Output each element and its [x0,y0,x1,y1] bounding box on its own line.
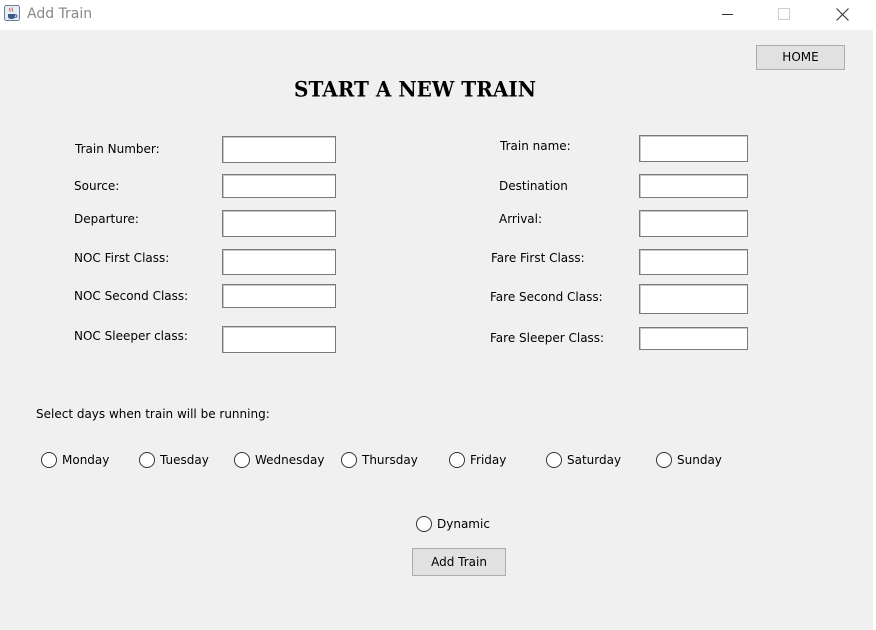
departure-label: Departure: [74,212,139,226]
noc-second-class-field[interactable] [222,284,336,308]
close-button[interactable] [820,0,866,30]
java-coffee-cup-icon [4,5,20,21]
radio-label: Monday [62,453,110,467]
page-title: START A NEW TRAIN [294,76,536,102]
train-name-field[interactable] [639,135,748,162]
departure-field[interactable] [222,210,336,237]
title-bar: Add Train [0,0,876,30]
radio-label: Wednesday [255,453,325,467]
train-name-label: Train name: [500,139,571,153]
radio-circle-icon[interactable] [234,452,250,468]
destination-field[interactable] [639,174,748,198]
minimize-icon [722,14,733,15]
radio-label: Tuesday [160,453,209,467]
radio-circle-icon[interactable] [656,452,672,468]
radio-circle-icon[interactable] [341,452,357,468]
add-train-button[interactable]: Add Train [412,548,506,576]
fare-first-class-label: Fare First Class: [491,251,585,265]
arrival-label: Arrival: [499,212,543,226]
home-button[interactable]: HOME [756,45,845,70]
fare-second-class-field[interactable] [639,284,748,314]
radio-circle-icon[interactable] [416,516,432,532]
source-field[interactable] [222,174,336,198]
radio-label: Thursday [362,453,418,467]
minimize-button[interactable] [704,0,750,30]
noc-sleeper-class-label: NOC Sleeper class: [74,329,188,343]
radio-circle-icon[interactable] [139,452,155,468]
fare-first-class-field[interactable] [639,249,748,275]
maximize-icon [778,8,790,20]
train-number-field[interactable] [222,136,336,163]
window-title: Add Train [27,6,93,22]
radio-circle-icon[interactable] [41,452,57,468]
fare-second-class-label: Fare Second Class: [490,290,603,304]
noc-second-class-label: NOC Second Class: [74,289,189,303]
arrival-field[interactable] [639,210,748,237]
fare-sleeper-class-label: Fare Sleeper Class: [490,331,605,345]
noc-sleeper-class-field[interactable] [222,326,336,353]
destination-label: Destination [499,179,568,193]
source-label: Source: [74,179,120,193]
radio-circle-icon[interactable] [546,452,562,468]
train-number-label: Train Number: [75,142,160,156]
radio-label: Friday [470,453,507,467]
noc-first-class-field[interactable] [222,249,336,275]
radio-label: Dynamic [437,517,490,531]
days-prompt-label: Select days when train will be running: [36,407,270,421]
fare-sleeper-class-field[interactable] [639,327,748,350]
close-icon [836,8,849,21]
radio-label: Sunday [677,453,722,467]
maximize-button[interactable] [761,0,807,30]
radio-circle-icon[interactable] [449,452,465,468]
noc-first-class-label: NOC First Class: [74,251,170,265]
radio-label: Saturday [567,453,622,467]
